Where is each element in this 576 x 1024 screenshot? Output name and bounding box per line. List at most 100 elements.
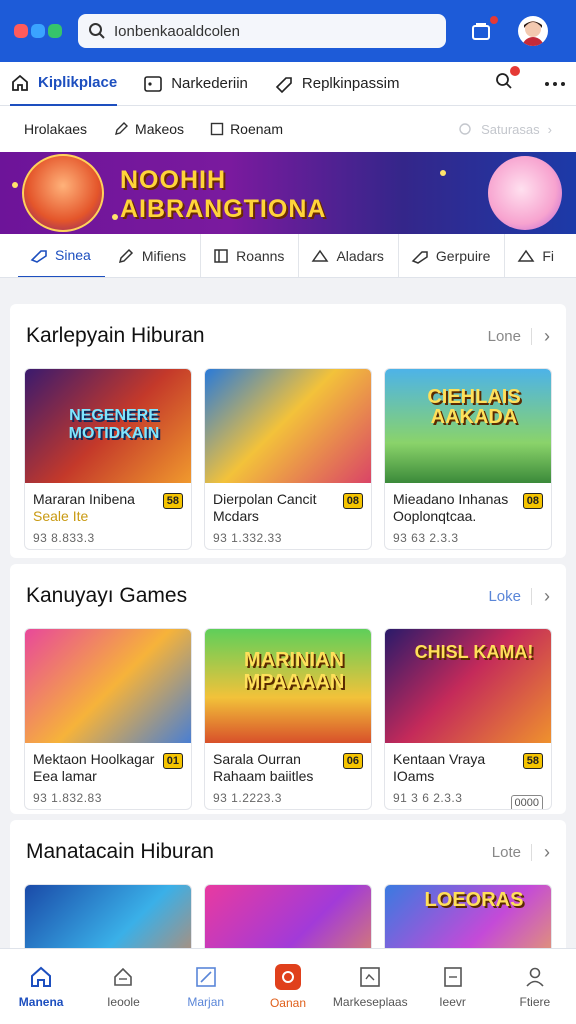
more-button[interactable] <box>544 75 566 93</box>
tab-roanns[interactable]: Roanns <box>201 234 300 277</box>
game-thumbnail: CIEHLAIS AAKADA <box>385 369 551 483</box>
platform-badge: 0000 <box>510 795 543 809</box>
game-thumbnail: NEGENERE MOTIDKAIN <box>25 369 191 483</box>
tab-label: Sinea <box>55 246 91 263</box>
card-meta: 93 63 2.3.3 <box>393 531 459 545</box>
search-input[interactable]: Ionbenkaoaldcolen <box>78 14 446 48</box>
tab-fi[interactable]: Fi <box>505 234 568 277</box>
nav-item-home[interactable]: Kiplikplace <box>10 62 118 106</box>
section-kanuyayi-games: Kanuyayı Games Loke › Mektaon Hoolkagar … <box>10 564 566 814</box>
sub-item-makeos[interactable]: Makeos <box>113 121 184 137</box>
bottom-nav-label: Ftiere <box>519 994 551 1009</box>
card-subtitle: Rahaam baiitles <box>213 768 314 784</box>
bottom-nav-markeseplaas[interactable]: Markeseplaas <box>329 949 411 1024</box>
refresh-icon <box>459 123 471 135</box>
gift-icon <box>274 963 301 990</box>
promo-banner[interactable]: NOOHIH AIBRANGTIONA <box>0 152 576 234</box>
rating-badge: 08 <box>522 493 543 509</box>
more-dots-icon <box>545 81 565 86</box>
card-title: Mararan Inibena <box>33 491 135 507</box>
card-meta: 93 1.832.83 <box>33 791 102 805</box>
chevron-right-icon[interactable]: › <box>544 326 550 347</box>
game-card[interactable]: NEGENERE MOTIDKAIN Mararan Inibena Seale… <box>24 368 192 550</box>
nav-item-market[interactable]: Narkederiin <box>143 74 248 94</box>
nav-item-label: Narkederiin <box>171 75 248 92</box>
nav-item-label: Replkinpassim <box>301 75 400 92</box>
section-karlepyain: Karlepyain Hiburan Lone › NEGENERE MOTID… <box>10 304 566 558</box>
chevron-right-icon: › <box>547 121 552 137</box>
search-placeholder: Ionbenkaoaldcolen <box>114 22 240 40</box>
bottom-nav-label: Markeseplaas <box>332 994 408 1009</box>
sub-item-faded[interactable]: Saturasas › <box>457 121 552 137</box>
bottom-nav-ftiere[interactable]: Ftiere <box>494 949 576 1024</box>
home-icon <box>12 74 28 91</box>
section-header: Karlepyain Hiburan Lone › <box>10 304 566 368</box>
bottom-nav-label: Oanan <box>269 995 306 1010</box>
logo-dot-green <box>48 24 62 38</box>
notification-button[interactable] <box>494 66 520 96</box>
game-thumbnail: CHISL KAMA! <box>385 629 551 743</box>
bottom-nav: Manena Ieoole Marjan Oanan Markeseplaas … <box>0 948 576 1024</box>
section-title: Karlepyain Hiburan <box>26 324 205 347</box>
game-card[interactable]: CHISL KAMA! Kentaan Vraya IOams 91 3 6 2… <box>384 628 552 810</box>
tab-label: Fi <box>542 247 555 264</box>
section-title: Manatacain Hiburan <box>26 840 214 863</box>
document-icon <box>443 966 462 987</box>
tab-gerpuire[interactable]: Gerpuire <box>399 234 506 277</box>
banner-title-line1: NOOHIH <box>120 166 226 194</box>
search-icon <box>89 23 105 39</box>
chevron-right-icon[interactable]: › <box>544 586 550 607</box>
card-title: Kentaan Vraya <box>393 751 486 767</box>
nav-item-replay[interactable]: Replkinpassim <box>274 74 400 94</box>
nav-item-label: Kiplikplace <box>38 74 118 91</box>
game-card[interactable]: Dierpolan Cancit Mcdars 93 1.332.33 08 <box>204 368 372 550</box>
tab-aladars[interactable]: Aladars <box>299 234 399 277</box>
section-more-link[interactable]: Lone <box>488 327 532 345</box>
logo-dot-red <box>14 24 28 38</box>
app-logo[interactable] <box>14 24 62 38</box>
sparkle-icon <box>112 214 118 220</box>
rating-badge: 06 <box>342 753 363 769</box>
bottom-nav-ieoole[interactable]: Ieoole <box>82 949 164 1024</box>
square-icon <box>210 122 224 136</box>
bottom-nav-ieevr[interactable]: Ieevr <box>411 949 493 1024</box>
bottom-nav-home[interactable]: Manena <box>0 949 82 1024</box>
game-thumbnail <box>205 369 371 483</box>
tab-mifiens[interactable]: Mifiens <box>105 234 202 277</box>
banner-character-image <box>22 154 104 232</box>
user-avatar-icon <box>522 21 544 46</box>
sub-item-roenam[interactable]: Roenam <box>210 121 283 137</box>
avatar[interactable] <box>518 16 548 46</box>
section-more-link[interactable]: Loke <box>488 587 532 605</box>
cart-button[interactable] <box>468 14 500 44</box>
logo-dot-blue <box>31 24 45 38</box>
top-nav: Kiplikplace Narkederiin Replkinpassim <box>0 62 576 106</box>
banner-mascot-image <box>488 156 562 230</box>
sub-item-hrolakaes[interactable]: Hrolakaes <box>24 121 87 137</box>
chevron-right-icon[interactable]: › <box>544 842 550 863</box>
tab-sinea[interactable]: Sinea <box>18 234 105 277</box>
bottom-nav-oanan[interactable]: Oanan <box>247 949 329 1024</box>
rating-badge: 08 <box>342 493 363 509</box>
cart-badge <box>488 14 500 26</box>
thumbnail-title: CIEHLAIS AAKADA <box>427 386 521 428</box>
game-card[interactable]: Mektaon Hoolkagar Eea lamar 93 1.832.83 … <box>24 628 192 810</box>
bottom-nav-marjan[interactable]: Marjan <box>165 949 247 1024</box>
tag-icon <box>411 250 428 264</box>
tag-icon <box>275 76 292 93</box>
card-title: Mektaon Hoolkagar <box>33 751 155 767</box>
category-tabs: Sinea Mifiens Roanns Aladars Gerpuire Fi <box>0 234 576 278</box>
game-card[interactable]: CIEHLAIS AAKADA Mieadano Inhanas Ooplonq… <box>384 368 552 550</box>
card-meta: 93 1.332.33 <box>213 531 282 545</box>
bottom-nav-label: Marjan <box>187 994 225 1009</box>
thumbnail-title: MARINIAN MPAAAAN <box>243 649 345 693</box>
store-icon <box>360 966 381 987</box>
game-card[interactable]: MARINIAN MPAAAAN Sarala Ourran Rahaam ba… <box>204 628 372 810</box>
section-more-link[interactable]: Lote <box>492 843 532 861</box>
user-icon <box>526 967 544 987</box>
game-thumbnail <box>25 629 191 743</box>
bottom-nav-label: Ieevr <box>439 994 466 1009</box>
banner-title: NOOHIH AIBRANGTIONA <box>120 166 326 224</box>
card-meta: 93 8.833.3 <box>33 531 95 545</box>
tab-label: Aladars <box>336 247 384 264</box>
